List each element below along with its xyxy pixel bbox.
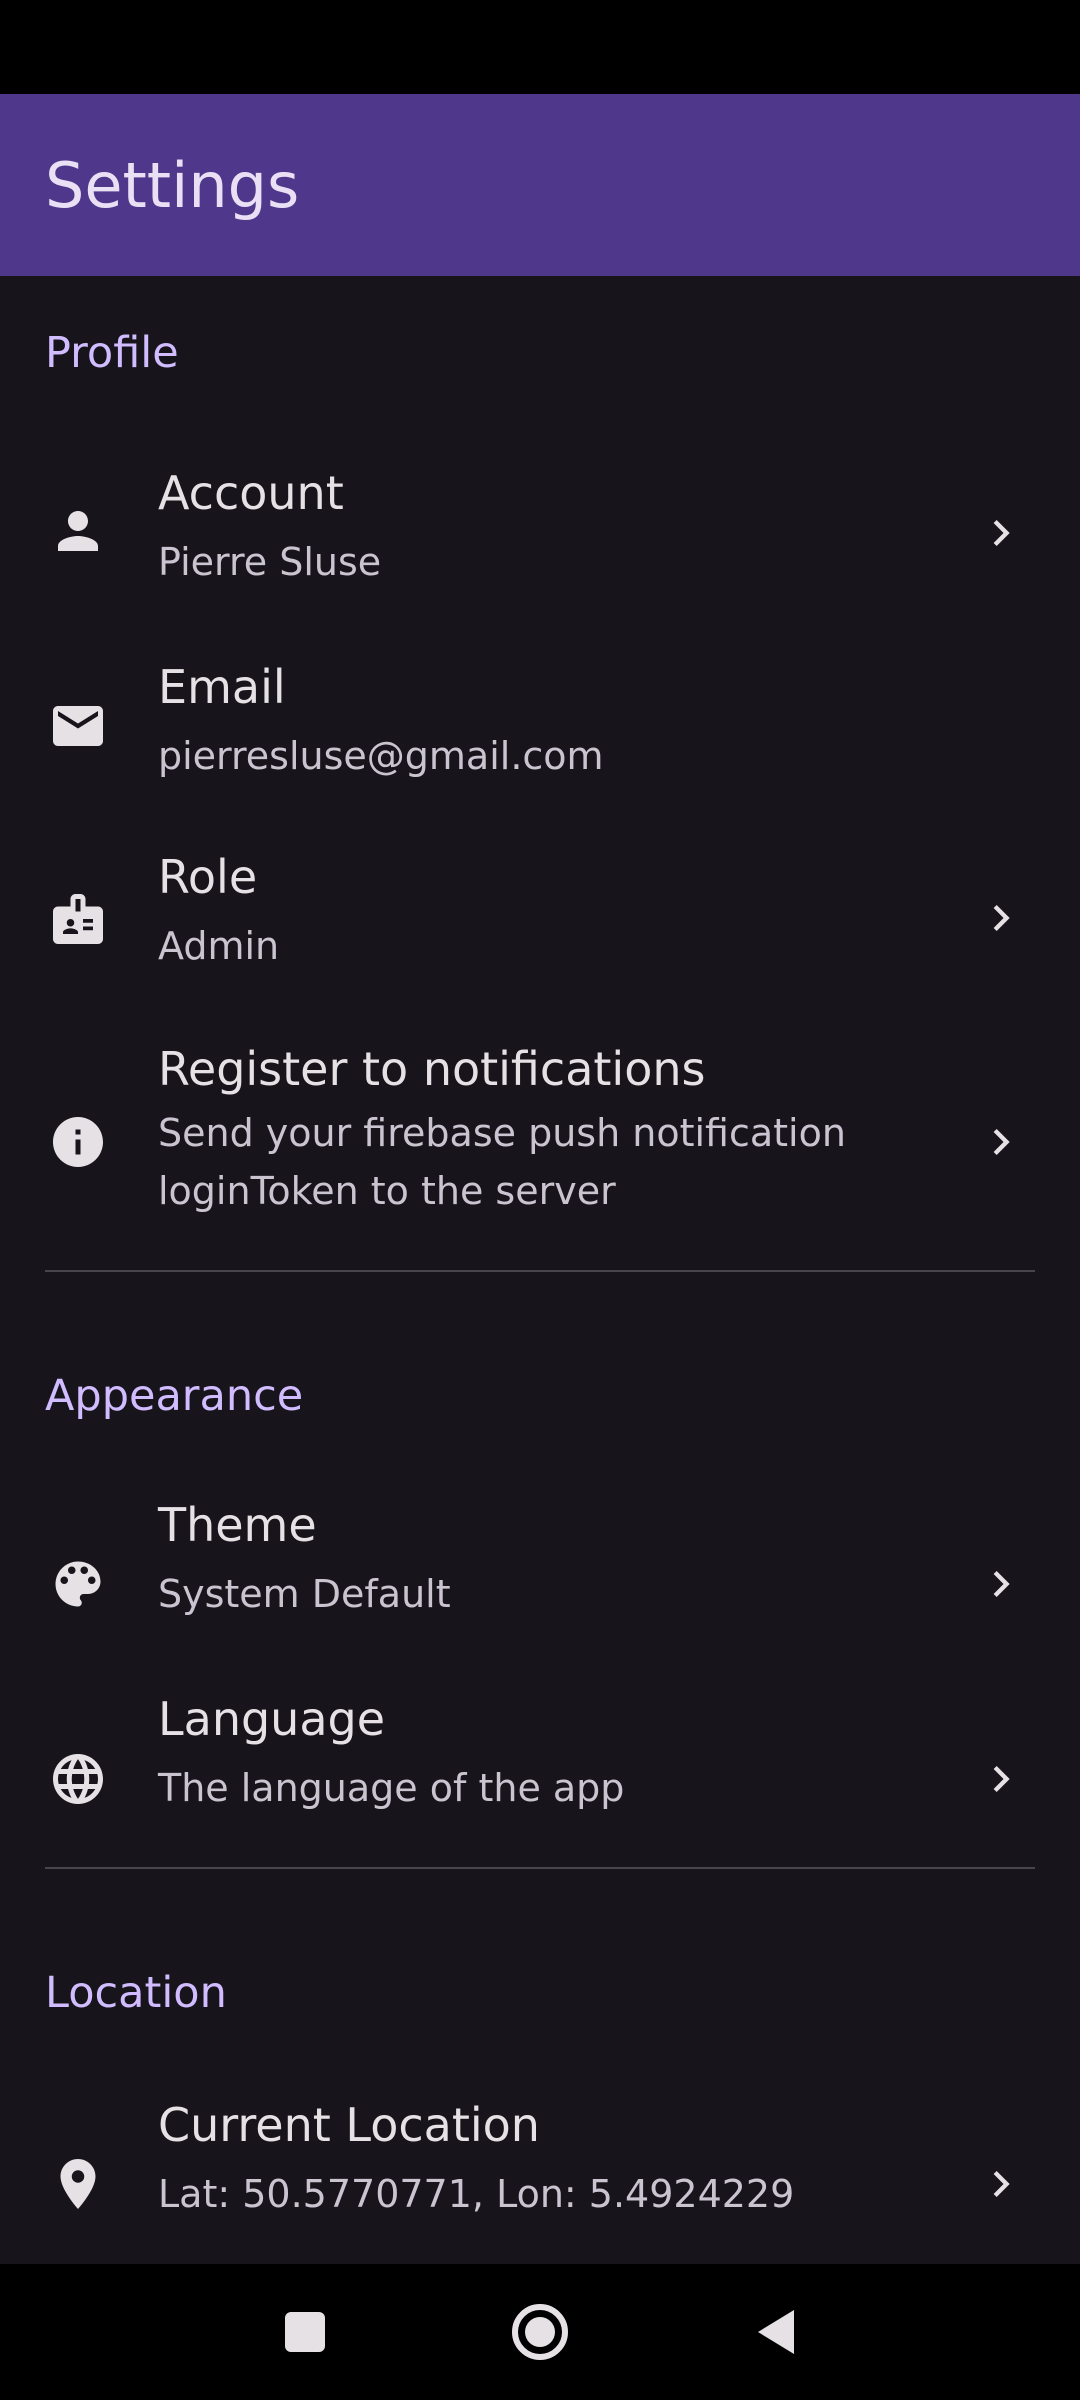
setting-role[interactable]: Role Admin: [0, 820, 1080, 1014]
palette-icon: [48, 1554, 108, 1614]
setting-title: Register to notifications: [158, 1042, 706, 1096]
chevron-right-icon: [975, 1753, 1027, 1805]
setting-subtitle: Lat: 50.5770771, Lon: 5.4924229: [158, 2172, 795, 2216]
app-bar: Settings: [0, 94, 1080, 276]
page-title: Settings: [45, 148, 300, 222]
setting-subtitle: Pierre Sluse: [158, 540, 382, 584]
setting-subtitle: The language of the app: [158, 1766, 625, 1810]
setting-title: Language: [158, 1692, 386, 1746]
person-icon: [48, 501, 108, 561]
info-icon: [48, 1112, 108, 1172]
setting-theme[interactable]: Theme System Default: [0, 1476, 1080, 1670]
setting-title: Theme: [158, 1498, 317, 1552]
home-button[interactable]: [485, 2264, 595, 2400]
home-icon: [512, 2304, 568, 2360]
setting-subtitle: pierresluse@gmail.com: [158, 734, 604, 778]
system-nav-bar: [0, 2264, 1080, 2400]
setting-subtitle: System Default: [158, 1572, 451, 1616]
setting-subtitle: Admin: [158, 924, 280, 968]
chevron-right-icon: [975, 507, 1027, 559]
setting-subtitle: Send your firebase push notification log…: [158, 1111, 846, 1213]
chevron-right-icon: [975, 1116, 1027, 1168]
setting-title: Current Location: [158, 2098, 540, 2152]
setting-title: Role: [158, 850, 258, 904]
status-bar: [0, 0, 1080, 94]
section-header-location: Location: [45, 1968, 227, 2018]
location-pin-icon: [48, 2154, 108, 2214]
section-header-appearance: Appearance: [45, 1371, 304, 1421]
setting-title: Email: [158, 660, 286, 714]
chevron-right-icon: [975, 1558, 1027, 1610]
setting-account[interactable]: Account Pierre Sluse: [0, 436, 1080, 626]
chevron-right-icon: [975, 892, 1027, 944]
settings-list: Profile Account Pierre Sluse Email pierr…: [0, 276, 1080, 2264]
mail-icon: [48, 696, 108, 756]
section-header-profile: Profile: [45, 328, 179, 378]
setting-email[interactable]: Email pierresluse@gmail.com: [0, 626, 1080, 820]
divider: [45, 1270, 1035, 1272]
back-button[interactable]: [720, 2264, 830, 2400]
setting-register-notifications[interactable]: Register to notifications Send your fire…: [0, 1014, 1080, 1264]
recents-icon: [285, 2312, 325, 2352]
badge-icon: [48, 889, 108, 949]
back-icon: [758, 2310, 794, 2354]
setting-title: Account: [158, 466, 344, 520]
chevron-right-icon: [975, 2158, 1027, 2210]
setting-current-location[interactable]: Current Location Lat: 50.5770771, Lon: 5…: [0, 2074, 1080, 2264]
setting-language[interactable]: Language The language of the app: [0, 1670, 1080, 1864]
globe-icon: [48, 1749, 108, 1809]
recents-button[interactable]: [250, 2264, 360, 2400]
divider: [45, 1867, 1035, 1869]
